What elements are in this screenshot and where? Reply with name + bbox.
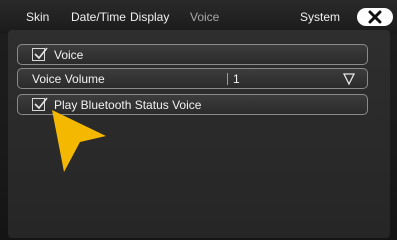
tab-bar: Skin Date/Time Display Voice System xyxy=(0,0,397,34)
close-button[interactable] xyxy=(357,8,393,26)
voice-toggle-row[interactable]: Voice xyxy=(17,44,368,65)
tab-system[interactable]: System xyxy=(300,10,340,24)
divider xyxy=(227,73,228,85)
voice-settings-screen: Skin Date/Time Display Voice System Voic… xyxy=(0,0,397,240)
dropdown-triangle-icon[interactable] xyxy=(343,73,355,85)
voice-volume-value: 1 xyxy=(233,72,240,86)
close-icon xyxy=(368,10,382,24)
pointer-arrow-icon xyxy=(52,110,106,172)
checkmark-icon xyxy=(34,47,48,60)
voice-label: Voice xyxy=(54,48,84,62)
voice-checkbox[interactable] xyxy=(32,47,48,61)
checkmark-icon xyxy=(34,97,48,110)
voice-volume-row[interactable]: Voice Volume 1 xyxy=(17,68,368,89)
bluetooth-status-voice-checkbox[interactable] xyxy=(32,97,48,111)
tab-datetime[interactable]: Date/Time xyxy=(71,10,126,24)
voice-volume-label: Voice Volume xyxy=(32,72,105,86)
tab-display[interactable]: Display xyxy=(130,10,169,24)
tab-voice[interactable]: Voice xyxy=(190,10,219,24)
tab-skin[interactable]: Skin xyxy=(26,10,49,24)
